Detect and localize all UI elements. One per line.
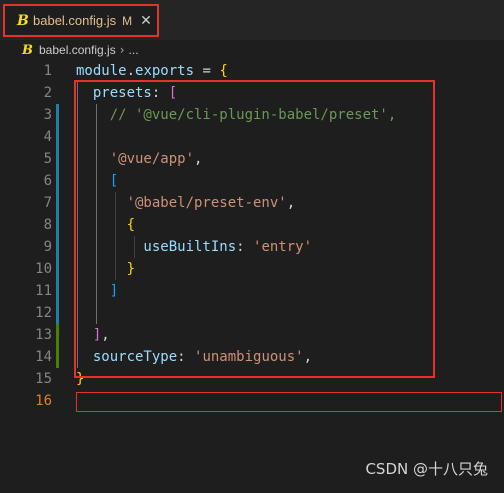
annotation-box — [74, 80, 435, 378]
modified-indicator: M — [122, 13, 133, 28]
line-number: 8 — [43, 217, 52, 233]
tab-label: babel.config.js — [33, 13, 117, 28]
babel-icon: B — [17, 12, 29, 29]
change-indicator-added — [56, 324, 59, 368]
line-number: 12 — [35, 305, 52, 321]
line-number: 10 — [35, 261, 52, 277]
line-number: 4 — [43, 129, 52, 145]
breadcrumb-symbols[interactable]: ... — [129, 43, 139, 57]
code-token: exports — [135, 63, 195, 79]
line-number: 16 — [35, 393, 52, 409]
line-number: 9 — [43, 239, 52, 255]
line-number: 14 — [35, 349, 52, 365]
tab-bar: B babel.config.js M ✕ — [0, 0, 504, 40]
line-number-gutter: 1 2 3 4 5 6 7 8 9 10 11 12 13 14 15 16 — [0, 60, 56, 493]
code-token: { — [219, 63, 228, 79]
code-token: = — [194, 63, 220, 79]
breadcrumb-file[interactable]: babel.config.js — [39, 43, 116, 57]
line-number: 13 — [35, 327, 52, 343]
line-number: 1 — [43, 63, 52, 79]
code-editor[interactable]: 1 2 3 4 5 6 7 8 9 10 11 12 13 14 15 16 module.exports =… — [0, 60, 504, 493]
chevron-right-icon: › — [119, 43, 125, 57]
code-token: . — [126, 63, 136, 79]
watermark: CSDN @十八只兔 — [365, 460, 488, 478]
code-token: module — [76, 63, 127, 79]
tab-babel-config[interactable]: B babel.config.js M ✕ — [3, 4, 159, 37]
change-indicator-modified — [56, 104, 59, 324]
code-line[interactable]: module.exports = { — [76, 60, 228, 82]
babel-icon: B — [22, 42, 33, 58]
line-number: 3 — [43, 107, 52, 123]
breadcrumb: B babel.config.js › ... — [0, 40, 504, 60]
line-number: 7 — [43, 195, 52, 211]
line-number: 2 — [43, 85, 52, 101]
line-number: 6 — [43, 173, 52, 189]
current-line-highlight — [76, 392, 502, 412]
line-number: 5 — [43, 151, 52, 167]
line-number: 15 — [35, 371, 52, 387]
line-number: 11 — [35, 283, 52, 299]
close-icon[interactable]: ✕ — [140, 13, 152, 29]
